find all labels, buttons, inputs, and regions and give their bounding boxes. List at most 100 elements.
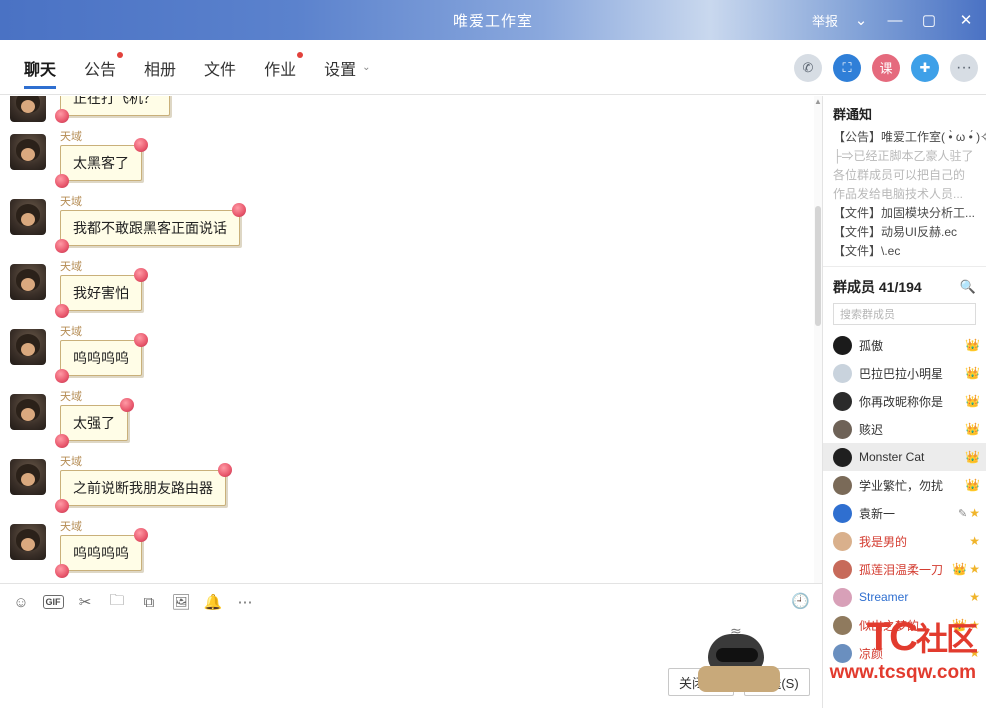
- tab-files-label: 文件: [204, 61, 237, 79]
- decoration-icon: [55, 109, 69, 123]
- avatar: [833, 335, 852, 355]
- message-bubble: 正在打飞机？: [55, 96, 170, 123]
- chat-scrollbar[interactable]: ▲: [814, 96, 822, 583]
- member-name: Streamer: [859, 590, 909, 604]
- member-list-item[interactable]: 孤莲泪温柔一刀 👑 ★: [823, 555, 986, 583]
- avatar[interactable]: [10, 96, 46, 122]
- edit-icon: ✎: [958, 507, 968, 520]
- member-list-item[interactable]: 我是男的 ★: [823, 527, 986, 555]
- decoration-icon: [55, 239, 69, 253]
- decoration-icon: [232, 203, 246, 217]
- tab-chat-label: 聊天: [24, 61, 57, 79]
- tab-chat[interactable]: 聊天: [10, 40, 70, 95]
- avatar: [833, 503, 852, 523]
- tab-files[interactable]: 文件: [190, 40, 250, 95]
- member-name: 巴拉巴拉小明星: [859, 366, 944, 381]
- group-notice-line[interactable]: 各位群成员可以把自己的: [823, 165, 986, 184]
- avatar[interactable]: [10, 394, 46, 430]
- course-icon[interactable]: 课: [872, 53, 900, 82]
- group-notice-line[interactable]: 【公告】唯爱工作室( •̀ ω •́ )✧: [823, 127, 986, 146]
- member-list-item[interactable]: Streamer ★: [823, 583, 986, 611]
- member-list-item[interactable]: 巴拉巴拉小明星 👑: [823, 359, 986, 387]
- pubg-watermark-image: ≋: [690, 624, 800, 696]
- member-list-item[interactable]: 袁新一 ✎ ★: [823, 499, 986, 527]
- shake-icon[interactable]: 🔔: [198, 587, 228, 617]
- window-controls: 举报 ⌄ — ▢ ✕: [812, 0, 986, 40]
- watermark-logo: TC社区: [866, 614, 978, 660]
- scroll-up-icon[interactable]: ▲: [814, 96, 822, 108]
- gif-icon[interactable]: GIF: [38, 587, 68, 617]
- decoration-icon: [134, 268, 148, 282]
- minimize-button[interactable]: —: [878, 0, 912, 40]
- member-badges: 👑: [963, 338, 980, 352]
- video-call-icon[interactable]: ⛶: [833, 53, 861, 82]
- chat-scrollbar-thumb[interactable]: [815, 206, 821, 326]
- avatar: [833, 559, 852, 579]
- avatar[interactable]: [10, 199, 46, 235]
- chevron-down-icon: ⌄: [362, 62, 371, 73]
- close-button[interactable]: ✕: [946, 0, 986, 40]
- folder-icon[interactable]: 🗀: [102, 587, 132, 617]
- decoration-icon: [55, 564, 69, 578]
- maximize-button[interactable]: ▢: [912, 0, 946, 40]
- chat-message: 天域 之前说断我朋友路由器: [0, 453, 822, 513]
- member-list-item[interactable]: 你再改昵称你是 👑: [823, 387, 986, 415]
- member-list-item[interactable]: 学业繁忙，勿扰 👑: [823, 471, 986, 499]
- avatar[interactable]: [10, 264, 46, 300]
- member-list-item-selected[interactable]: Monster Cat 👑: [823, 443, 986, 471]
- phone-icon[interactable]: ✆: [794, 53, 822, 82]
- member-list-item[interactable]: 孤傲 👑: [823, 331, 986, 359]
- chat-tool-icons: ✆ ⛶ 课 ✚ ···: [783, 40, 978, 95]
- tab-homework[interactable]: 作业: [250, 40, 310, 95]
- member-list-item[interactable]: 赅迟 👑: [823, 415, 986, 443]
- tab-announcement-label: 公告: [84, 61, 117, 79]
- chat-history-icon[interactable]: 🕘: [791, 592, 810, 610]
- chat-message: 天域 太黑客了: [0, 128, 822, 188]
- member-badges: ★: [967, 534, 980, 548]
- more-tools-icon[interactable]: ⋯: [230, 587, 260, 617]
- member-search-input[interactable]: 搜索群成员: [833, 303, 976, 325]
- message-bubble: 呜呜呜呜: [55, 528, 148, 578]
- emoji-icon[interactable]: ☺: [6, 587, 36, 617]
- tab-settings[interactable]: 设置 ⌄: [310, 40, 384, 95]
- member-name: Monster Cat: [859, 450, 925, 464]
- avatar: [833, 643, 852, 663]
- add-app-icon[interactable]: ✚: [911, 53, 939, 82]
- avatar[interactable]: [10, 134, 46, 170]
- tab-list: 聊天 公告 相册 文件 作业 设置 ⌄: [10, 40, 384, 95]
- tab-homework-badge-dot: [297, 52, 304, 58]
- tab-announcement[interactable]: 公告: [70, 40, 130, 95]
- decoration-icon: [55, 174, 69, 188]
- more-icon[interactable]: ···: [950, 53, 978, 82]
- avatar[interactable]: [10, 329, 46, 365]
- message-text: 太黑客了: [73, 155, 129, 171]
- screenshot-icon[interactable]: ✂: [70, 587, 100, 617]
- watermark-tc-text: TC: [866, 615, 918, 659]
- chat-message-list[interactable]: 正在打飞机？ 天域 太黑客了 天域 我都不敢跟黑客正面说话 天域 我好害怕 天域…: [0, 96, 822, 583]
- tab-settings-label: 设置: [324, 61, 357, 79]
- message-sender: 天域: [60, 521, 82, 533]
- crown-icon: 👑: [965, 478, 980, 492]
- editor-toolbar: ☺ GIF ✂ 🗀 ⧉ 🖼 🔔 ⋯: [6, 584, 262, 620]
- avatar[interactable]: [10, 524, 46, 560]
- message-text: 太强了: [73, 415, 115, 431]
- tab-album[interactable]: 相册: [130, 40, 190, 95]
- file-transfer-icon[interactable]: ⧉: [134, 587, 164, 617]
- message-text: 呜呜呜呜: [73, 545, 129, 561]
- group-notice-line[interactable]: ├⇒已经正脚本乙豪人驻了: [823, 146, 986, 165]
- group-notice-line[interactable]: 作品发给电脑技术人员...: [823, 184, 986, 203]
- group-notice-line[interactable]: 【文件】动易UI反赫.ec: [823, 222, 986, 241]
- report-button[interactable]: 举报: [812, 11, 838, 30]
- chat-message: 天域 我好害怕: [0, 258, 822, 318]
- decoration-icon: [55, 434, 69, 448]
- image-icon[interactable]: 🖼: [166, 587, 196, 617]
- member-name: 孤莲泪温柔一刀: [859, 562, 944, 577]
- chat-message: 天域 呜呜呜呜: [0, 518, 822, 578]
- chevron-down-icon[interactable]: ⌄: [844, 0, 878, 40]
- group-notice-line[interactable]: 【文件】加固模块分析工...: [823, 203, 986, 222]
- avatar[interactable]: [10, 459, 46, 495]
- group-notice-line[interactable]: 【文件】\.ec: [823, 241, 986, 260]
- avatar: [833, 475, 852, 495]
- crown-icon: 👑: [952, 562, 968, 576]
- search-icon[interactable]: 🔍: [960, 279, 976, 295]
